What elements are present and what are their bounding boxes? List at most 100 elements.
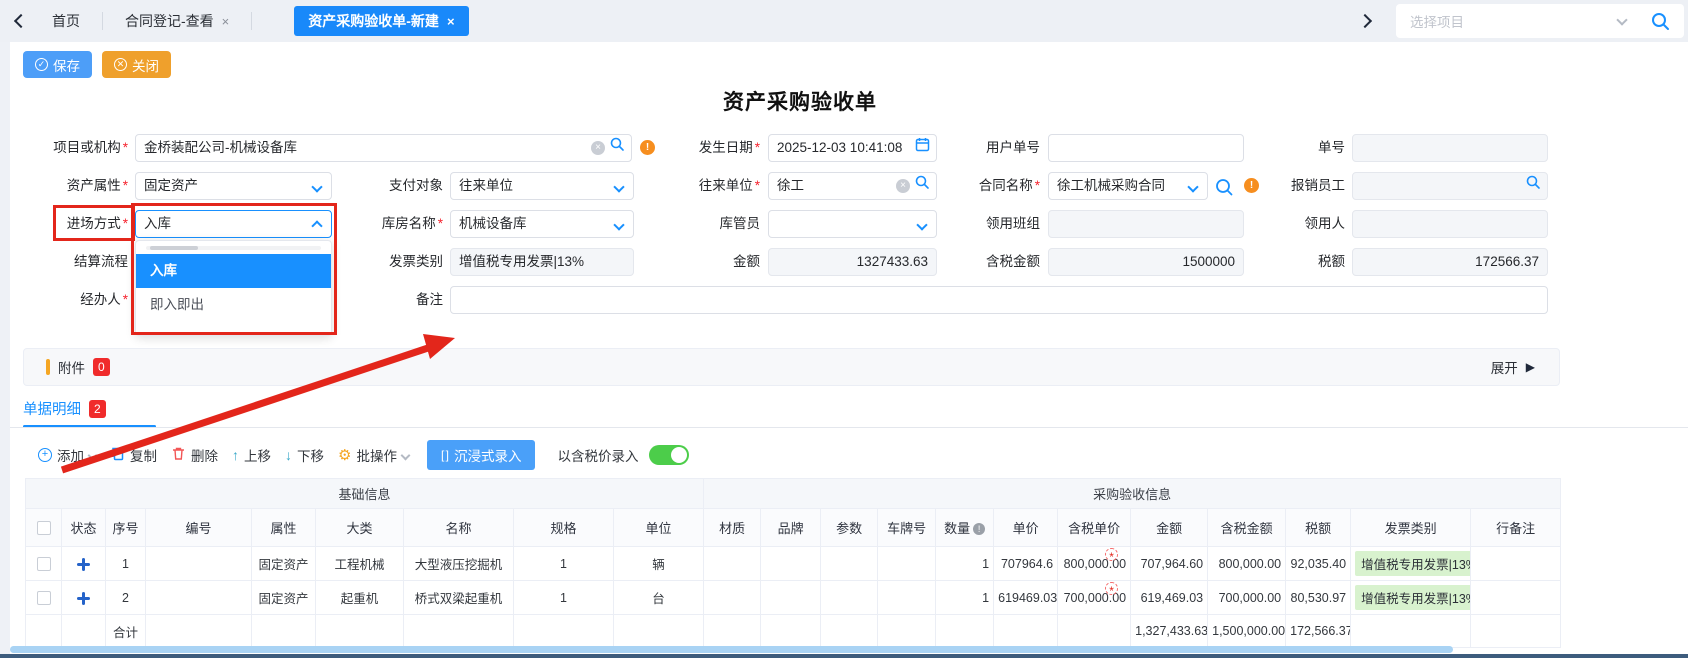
label-project: 项目或机构 <box>23 134 128 162</box>
cell-brand[interactable] <box>761 581 821 615</box>
cell-invoice-type[interactable]: 增值税专用发票|13% <box>1351 581 1471 615</box>
dropdown-scrollbar[interactable] <box>146 246 321 250</box>
cell-seq[interactable]: 2 <box>106 581 146 615</box>
cell-line-remark[interactable] <box>1471 581 1561 615</box>
entry-mode-select[interactable]: 入库 <box>135 210 332 238</box>
asset-attr-select[interactable]: 固定资产 <box>135 172 332 200</box>
col-category: 大类 <box>316 509 404 547</box>
nav-back-icon[interactable] <box>14 14 28 28</box>
partner-field[interactable]: 徐工 <box>768 172 937 200</box>
chevron-down-icon <box>613 219 624 230</box>
batch-ops-button[interactable]: ⚙ 批操作 <box>338 445 409 465</box>
label-agent: 经办人 <box>23 286 128 314</box>
add-button[interactable]: 添加 <box>38 445 96 465</box>
cell-unit[interactable]: 辆 <box>614 547 704 581</box>
cell-attr[interactable]: 固定资产 <box>252 581 316 615</box>
cell-material[interactable] <box>704 581 761 615</box>
cell-brand[interactable] <box>761 547 821 581</box>
cell-material[interactable] <box>704 547 761 581</box>
cell-amount[interactable]: 619,469.03 <box>1131 581 1208 615</box>
search-icon[interactable] <box>1650 11 1670 36</box>
cell-line-remark[interactable] <box>1471 547 1561 581</box>
cell-code[interactable] <box>146 547 252 581</box>
user-no-field[interactable] <box>1048 134 1244 162</box>
cell-qty[interactable]: 1 <box>936 547 994 581</box>
cell-tax-amount[interactable]: 800,000.00 <box>1208 547 1286 581</box>
attachments-bar[interactable]: 附件 0 展开 ▶ <box>23 348 1560 386</box>
pay-target-select[interactable]: 往来单位 <box>450 172 634 200</box>
warehouse-select[interactable]: 机械设备库 <box>450 210 634 238</box>
cell-code[interactable] <box>146 581 252 615</box>
select-all-checkbox[interactable] <box>37 521 51 535</box>
total-tax-incl-amount: 1,500,000.00 <box>1208 615 1286 648</box>
cell-qty[interactable]: 1 <box>936 581 994 615</box>
search-icon[interactable] <box>914 173 930 199</box>
col-plate: 车牌号 <box>878 509 936 547</box>
move-down-button[interactable]: ↓ 下移 <box>285 445 324 465</box>
cell-plate[interactable] <box>878 581 936 615</box>
immersive-entry-button[interactable]: [ ] 沉浸式录入 <box>427 440 536 470</box>
label-entry-mode: 进场方式 <box>23 210 128 238</box>
clear-icon[interactable] <box>591 141 605 155</box>
cell-plate[interactable] <box>878 547 936 581</box>
cell-tax[interactable]: 92,035.40 <box>1286 547 1351 581</box>
cell-category[interactable]: 起重机 <box>316 581 404 615</box>
cell-seq[interactable]: 1 <box>106 547 146 581</box>
nav-forward-icon[interactable] <box>1358 14 1372 28</box>
cell-invoice-type[interactable]: 增值税专用发票|13% <box>1351 547 1471 581</box>
cell-attr[interactable]: 固定资产 <box>252 547 316 581</box>
chevron-down-icon <box>1616 14 1627 25</box>
row-checkbox[interactable] <box>37 591 51 605</box>
dropdown-option-in-stock[interactable]: 入库 <box>136 254 331 288</box>
cell-unit[interactable]: 台 <box>614 581 704 615</box>
cell-category[interactable]: 工程机械 <box>316 547 404 581</box>
cell-tax-price[interactable]: 800,000.00 <box>1058 547 1131 581</box>
tab-asset-acceptance-new[interactable]: 资产采购验收单-新建 × <box>294 6 468 36</box>
save-button[interactable]: ✓ 保存 <box>23 51 92 78</box>
add-row-icon[interactable] <box>77 558 90 571</box>
move-up-button[interactable]: ↑ 上移 <box>232 445 271 465</box>
cell-name[interactable]: 桥式双梁起重机 <box>404 581 514 615</box>
row-checkbox[interactable] <box>37 557 51 571</box>
expand-button[interactable]: 展开 ▶ <box>1491 357 1535 377</box>
project-select[interactable]: 选择项目 <box>1396 4 1684 38</box>
fullscreen-brackets-icon: [ ] <box>441 448 448 462</box>
label-reimburser: 报销员工 <box>1240 172 1345 200</box>
col-tax-price: 含税单价 <box>1058 509 1131 547</box>
tab-close-icon[interactable]: × <box>222 14 230 29</box>
tab-contract-view[interactable]: 合同登记-查看 × <box>125 11 229 31</box>
tab-home[interactable]: 首页 <box>52 11 80 31</box>
col-invoice-type: 发票类别 <box>1351 509 1471 547</box>
cell-amount[interactable]: 707,964.60 <box>1131 547 1208 581</box>
cell-name[interactable]: 大型液压挖掘机 <box>404 547 514 581</box>
tab-detail-lines[interactable]: 单据明细 2 <box>23 398 106 419</box>
remark-field[interactable] <box>450 286 1548 314</box>
cell-tax[interactable]: 80,530.97 <box>1286 581 1351 615</box>
cell-tax-price[interactable]: 700,000.00 <box>1058 581 1131 615</box>
cell-spec[interactable]: 1 <box>514 581 614 615</box>
chevron-down-icon <box>311 181 322 192</box>
search-icon[interactable] <box>1525 173 1541 199</box>
cell-tax-amount[interactable]: 700,000.00 <box>1208 581 1286 615</box>
horizontal-scrollbar[interactable] <box>10 646 1453 653</box>
copy-button[interactable]: 复制 <box>110 445 157 465</box>
contract-select[interactable]: 徐工机械采购合同 <box>1048 172 1208 200</box>
contract-search-icon[interactable] <box>1214 177 1234 202</box>
cell-param[interactable] <box>821 581 878 615</box>
search-icon[interactable] <box>609 135 625 161</box>
add-row-icon[interactable] <box>77 592 90 605</box>
keeper-select[interactable] <box>768 210 937 238</box>
project-field[interactable]: 金桥装配公司-机械设备库 <box>135 134 632 162</box>
cell-price[interactable]: 707964.6 <box>994 547 1058 581</box>
cell-param[interactable] <box>821 547 878 581</box>
cell-spec[interactable]: 1 <box>514 547 614 581</box>
dropdown-option-in-out[interactable]: 即入即出 <box>136 288 331 322</box>
tab-close-icon[interactable]: × <box>447 14 455 29</box>
close-button[interactable]: ✕ 关闭 <box>102 51 171 78</box>
delete-button[interactable]: 删除 <box>171 445 218 465</box>
tax-entry-toggle[interactable] <box>649 445 689 465</box>
calendar-icon[interactable] <box>915 135 930 161</box>
clear-icon[interactable] <box>896 179 910 193</box>
date-field[interactable]: 2025-12-03 10:41:08 <box>768 134 937 162</box>
cell-price[interactable]: 619469.03 <box>994 581 1058 615</box>
